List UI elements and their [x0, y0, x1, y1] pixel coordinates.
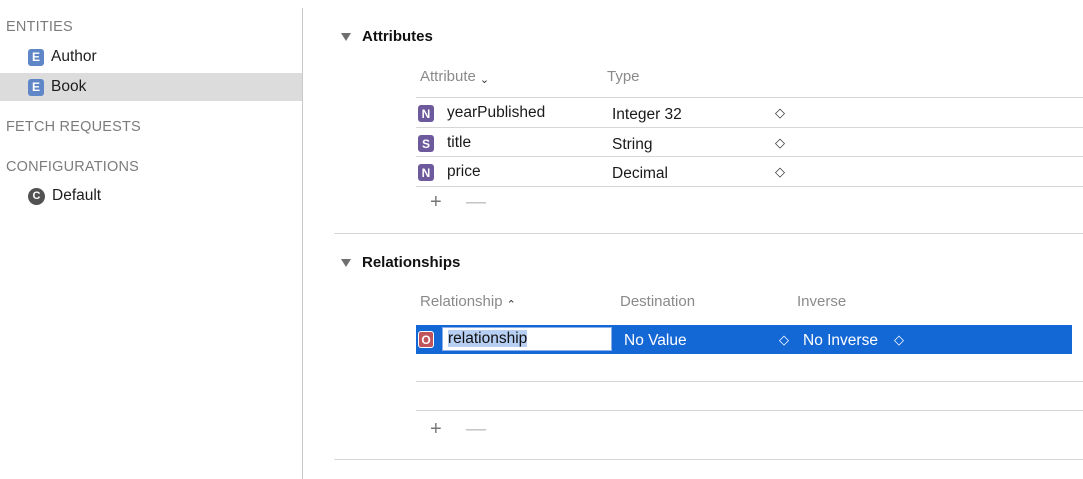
sidebar-item-book[interactable]: E Book — [0, 73, 302, 101]
sidebar-item-label: Default — [52, 187, 102, 204]
type-popup-icon[interactable]: ◇ — [775, 135, 785, 151]
sidebar-item-label: Author — [51, 48, 97, 65]
attribute-type-icon: N — [418, 164, 434, 181]
sidebar: ENTITIES E Author E Book FETCH REQUESTS … — [0, 0, 302, 479]
column-header-destination[interactable]: Destination — [620, 293, 695, 310]
attribute-type[interactable]: Decimal — [612, 165, 668, 183]
sidebar-item-default[interactable]: C Default — [0, 182, 302, 210]
table-row[interactable]: N price Decimal ◇ — [416, 158, 1083, 186]
configuration-icon: C — [28, 187, 45, 205]
relationship-name-field[interactable]: relationship — [442, 327, 612, 351]
table-row-selected[interactable]: O relationship No Value ◇ No Inverse ◇ — [416, 325, 1072, 354]
attributes-title: Attributes — [362, 28, 433, 45]
relationship-type-icon: O — [418, 331, 434, 348]
attribute-type[interactable]: String — [612, 136, 653, 154]
column-header-label: Attribute — [420, 68, 476, 85]
sort-ascending-icon: ⌃ — [506, 299, 516, 311]
sidebar-item-author[interactable]: E Author — [0, 43, 302, 71]
inverse-popup[interactable]: No Inverse — [803, 332, 878, 350]
divider — [416, 381, 1083, 382]
section-divider — [334, 459, 1083, 460]
fetch-requests-header[interactable]: FETCH REQUESTS — [6, 119, 141, 135]
remove-relationship-button[interactable]: — — [466, 418, 486, 441]
disclosure-triangle-icon[interactable] — [341, 259, 351, 267]
section-divider — [334, 233, 1083, 234]
relationship-name-text: relationship — [448, 330, 528, 347]
attribute-name[interactable]: price — [447, 163, 481, 181]
divider — [416, 156, 1083, 157]
destination-popup[interactable]: No Value — [624, 332, 687, 350]
configurations-header: CONFIGURATIONS — [6, 159, 140, 175]
column-header-type[interactable]: Type — [607, 68, 640, 85]
sidebar-divider[interactable] — [302, 8, 303, 479]
column-header-label: Relationship — [420, 293, 503, 310]
entity-icon: E — [28, 48, 44, 66]
disclosure-triangle-icon[interactable] — [341, 33, 351, 41]
attribute-name[interactable]: yearPublished — [447, 104, 545, 122]
column-header-attribute[interactable]: Attribute ⌄ — [420, 68, 490, 86]
column-header-inverse[interactable]: Inverse — [797, 293, 846, 310]
attribute-type-icon: N — [418, 105, 434, 122]
table-row[interactable]: S title String ◇ — [416, 129, 1083, 157]
add-relationship-button[interactable]: + — [430, 418, 442, 441]
destination-popup-icon[interactable]: ◇ — [779, 332, 789, 348]
divider — [416, 186, 1083, 187]
entities-header: ENTITIES — [6, 19, 73, 35]
column-header-relationship[interactable]: Relationship ⌃ — [420, 293, 516, 311]
entity-icon: E — [28, 78, 44, 96]
add-attribute-button[interactable]: + — [430, 191, 442, 214]
divider — [416, 410, 1083, 411]
sort-descending-icon: ⌄ — [479, 74, 490, 86]
attribute-name[interactable]: title — [447, 134, 471, 152]
type-popup-icon[interactable]: ◇ — [775, 105, 785, 121]
remove-attribute-button[interactable]: — — [466, 191, 486, 214]
inverse-popup-icon[interactable]: ◇ — [894, 332, 904, 348]
attribute-type-icon: S — [418, 135, 434, 152]
divider — [416, 127, 1083, 128]
attribute-type[interactable]: Integer 32 — [612, 106, 682, 124]
divider — [416, 97, 1083, 98]
type-popup-icon[interactable]: ◇ — [775, 164, 785, 180]
table-row[interactable]: N yearPublished Integer 32 ◇ — [416, 99, 1083, 127]
sidebar-item-label: Book — [51, 78, 87, 95]
relationships-title: Relationships — [362, 254, 461, 271]
